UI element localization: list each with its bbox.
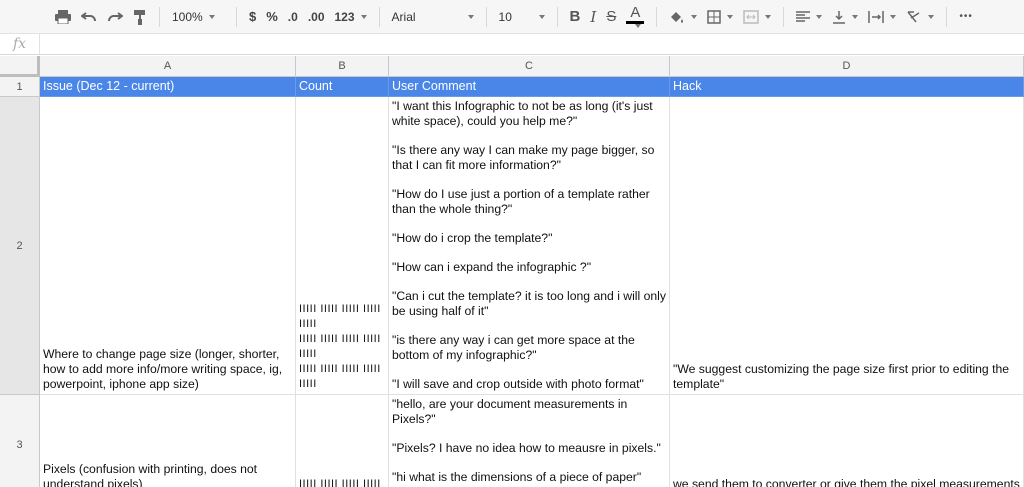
user-comment-line: "How do i crop the template?" [392, 231, 553, 245]
print-icon[interactable] [50, 5, 76, 29]
user-comment-line: Pixels?" [392, 412, 436, 426]
hack-cell[interactable]: "We suggest customizing the page size fi… [670, 97, 1024, 395]
issue-text-line: how to add more info/more writing space,… [43, 362, 283, 376]
user-comment-line: "How do I use just a portion of a templa… [392, 187, 650, 201]
merge-cells-icon[interactable] [738, 5, 776, 29]
user-comment-line: "How can i expand the infographic ?" [392, 260, 592, 274]
user-comment-line: "I will save and crop outside with photo… [392, 377, 644, 391]
toolbar-divider [485, 6, 487, 27]
undo-icon[interactable] [76, 5, 102, 29]
comment-spacer [392, 129, 666, 143]
redo-icon[interactable] [102, 5, 128, 29]
font-family-select[interactable]: Arial [387, 5, 479, 29]
bold-button[interactable]: B [565, 5, 586, 29]
user-comment-line: "hello, are your document measurements i… [392, 397, 628, 411]
fill-color-icon[interactable] [664, 5, 702, 29]
issue-text-line: powerpoint, iphone app size) [43, 377, 199, 391]
comment-spacer [392, 173, 666, 187]
borders-icon[interactable] [702, 5, 738, 29]
horizontal-align-icon[interactable] [791, 5, 827, 29]
issue-cell[interactable]: Pixels (confusion with printing, does no… [40, 395, 296, 487]
header-cell-issue[interactable]: Issue (Dec 12 - current) [40, 77, 296, 97]
toolbar-divider [556, 6, 558, 27]
toolbar-divider [946, 6, 948, 27]
toolbar-divider [159, 6, 160, 27]
row-header-2[interactable]: 2 [0, 97, 40, 395]
toolbar-divider [236, 6, 237, 27]
more-formats-select[interactable]: 123 [330, 5, 372, 29]
text-rotation-icon[interactable] [901, 5, 939, 29]
user-comment-line: "Is there any way I can make my page big… [392, 143, 655, 157]
issue-text-line: Pixels (confusion with printing, does no… [43, 462, 258, 476]
user-comment-line: be using half of it" [392, 304, 489, 318]
currency-format-button[interactable]: $ [244, 5, 261, 29]
user-comment-line: bottom of my infographic?" [392, 348, 537, 362]
hack-text-line: we send them to converter or give them t… [673, 477, 1020, 487]
header-cell-user-comment[interactable]: User Comment [389, 77, 670, 97]
formula-bar: fx [0, 34, 1024, 55]
comment-spacer [392, 319, 666, 333]
user-comment-line: "I want this Infographic to not be as lo… [392, 99, 653, 113]
count-cell[interactable]: IIIII IIIII IIIII IIIII [296, 395, 389, 487]
comment-spacer [392, 246, 666, 260]
comment-spacer [392, 217, 666, 231]
issue-text-line: Where to change page size (longer, short… [43, 347, 280, 361]
paint-format-icon[interactable] [128, 5, 152, 29]
user-comment-line: "hi what is the dimensions of a piece of… [392, 470, 642, 484]
column-header-c[interactable]: C [389, 56, 670, 77]
text-color-letter: A [630, 3, 641, 21]
issue-text-line: understand pixels) [43, 477, 143, 487]
user-comment-cell[interactable]: "I want this Infographic to not be as lo… [389, 97, 670, 395]
column-header-b[interactable]: B [296, 56, 389, 77]
percent-format-button[interactable]: % [261, 5, 283, 29]
column-header-a[interactable]: A [40, 56, 296, 77]
formula-input[interactable] [40, 34, 1024, 54]
text-color-swatch [626, 20, 645, 24]
fx-label: fx [0, 34, 40, 54]
hack-cell[interactable]: we send them to converter or give them t… [670, 395, 1024, 487]
more-icon[interactable]: ••• [954, 5, 978, 29]
hack-text-line: "We suggest customizing the page size fi… [673, 362, 1010, 376]
toolbar-divider [783, 6, 785, 27]
select-all-corner[interactable] [0, 56, 40, 77]
row-number: 1 [16, 80, 23, 93]
text-wrapping-icon[interactable] [863, 5, 901, 29]
tally-marks-line: IIIII IIIII IIIII IIIII [299, 478, 381, 487]
row-header-1[interactable]: 1 [0, 77, 40, 97]
user-comment-line: than the whole thing?" [392, 202, 513, 216]
comment-spacer [392, 275, 666, 289]
row-number: 2 [16, 239, 23, 252]
text-color-button[interactable]: A [621, 5, 649, 29]
toolbar-divider [656, 6, 658, 27]
user-comment-cell[interactable]: "hello, are your document measurements i… [389, 395, 670, 487]
column-header-d[interactable]: D [670, 56, 1024, 77]
issue-cell[interactable]: Where to change page size (longer, short… [40, 97, 296, 395]
vertical-align-icon[interactable] [827, 5, 863, 29]
row-header-3[interactable]: 3 [0, 395, 40, 487]
user-comment-line: "Can i cut the template? it is too long … [392, 289, 666, 303]
count-cell[interactable]: IIIII IIIII IIIII IIIII IIIII IIIII IIIII… [296, 97, 389, 395]
comment-spacer [392, 363, 666, 377]
comment-spacer [392, 427, 666, 441]
user-comment-line: white space), could you help me?" [392, 114, 578, 128]
hack-text-line: template" [673, 377, 725, 391]
strikethrough-button[interactable]: S [601, 5, 621, 29]
font-size-select[interactable]: 10 [494, 5, 550, 29]
zoom-select[interactable]: 100% [167, 5, 229, 29]
toolbar: 100% $ % .0 .00 123 Arial 10 B I S A ••• [0, 0, 1024, 34]
row-number: 3 [16, 438, 23, 451]
user-comment-line: that I can fit more information?" [392, 158, 561, 172]
user-comment-line: "is there any way i can get more space a… [392, 333, 635, 347]
tally-marks-line: IIIII IIIII IIIII IIIII IIIII [299, 363, 381, 390]
tally-marks-line: IIIII IIIII IIIII IIIII IIIII [299, 303, 381, 330]
header-cell-hack[interactable]: Hack [670, 77, 1024, 97]
user-comment-line: "Pixels? I have no idea how to meausre i… [392, 441, 661, 455]
increase-decimal-button[interactable]: .00 [303, 5, 330, 29]
toolbar-divider [378, 6, 380, 27]
header-cell-count[interactable]: Count [296, 77, 389, 97]
italic-button[interactable]: I [585, 5, 601, 29]
comment-spacer [392, 456, 666, 470]
decrease-decimal-button[interactable]: .0 [283, 5, 303, 29]
tally-marks-line: IIIII IIIII IIIII IIIII IIIII [299, 333, 381, 360]
